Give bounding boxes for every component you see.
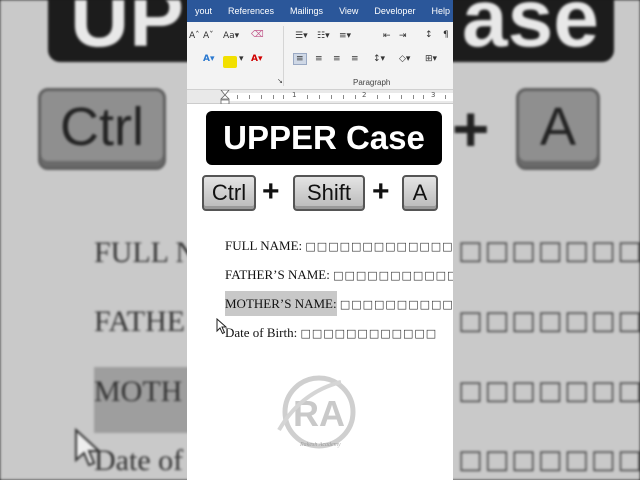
form-line-father-name[interactable]: FATHER’S NAME: □□□□□□□□□□□□□□□□ <box>225 267 453 283</box>
background-title-right: ase <box>462 0 599 64</box>
mouse-pointer-icon <box>216 318 228 335</box>
background-boxes-1: □□□□□□□□ <box>458 236 640 266</box>
form-line-date-of-birth[interactable]: Date of Birth: □□□□□□□□□□□□ <box>225 325 437 341</box>
background-boxes-3: □□□□□□□□ <box>458 376 640 406</box>
document-clip: FULL NAME: □□□□□□□□□□□□□□□□□□ FATHER’S N… <box>0 0 453 480</box>
mother-name-boxes: □□□□□□□□□□□□□□□□ <box>339 298 453 311</box>
svg-text:RA: RA <box>293 393 345 434</box>
background-plus: + <box>452 93 490 165</box>
father-name-boxes: □□□□□□□□□□□□□□□□ <box>333 269 453 282</box>
form-line-mother-name[interactable]: MOTHER’S NAME: □□□□□□□□□□□□□□□□ <box>225 291 453 316</box>
watermark-caption: Rakesh Academy <box>300 442 341 448</box>
full-name-label: FULL NAME: <box>225 238 303 253</box>
background-boxes-2: □□□□□□□□ <box>458 306 640 336</box>
form-line-full-name[interactable]: FULL NAME: □□□□□□□□□□□□□□□□□□ <box>225 238 453 254</box>
dob-label: Date of Birth: <box>225 325 298 340</box>
dob-boxes: □□□□□□□□□□□□ <box>300 327 438 340</box>
full-name-boxes: □□□□□□□□□□□□□□□□□□ <box>305 240 453 253</box>
mother-name-label-selected: MOTHER’S NAME: <box>225 291 337 316</box>
background-key-a: A <box>516 88 600 170</box>
video-frame: UP ase Ctrl + A FULL N FATHE MOTH Date o… <box>0 0 640 480</box>
father-name-label: FATHER’S NAME: <box>225 267 330 282</box>
background-boxes-4: □□□□□□□□ <box>458 445 640 475</box>
